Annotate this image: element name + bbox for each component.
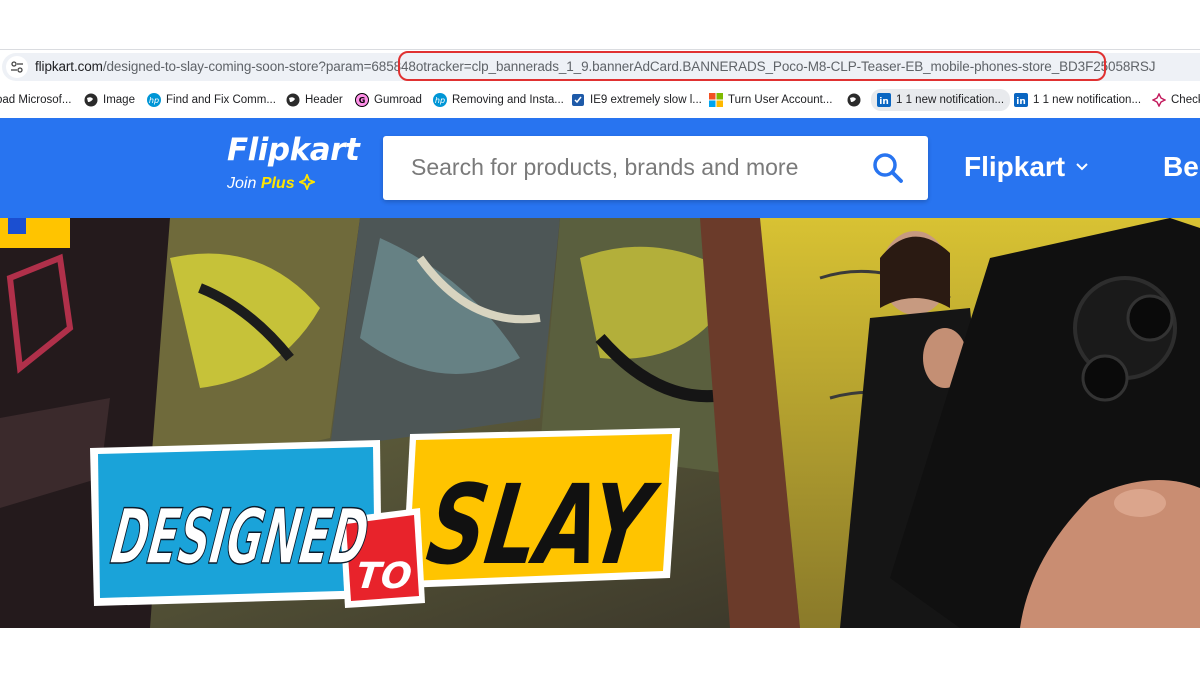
bookmark-label: Find and Fix Comm... xyxy=(166,94,276,106)
bookmark-label: oad Microsof... xyxy=(0,94,72,106)
bookmark-label: Header xyxy=(305,94,343,106)
bookmark-label: Gumroad xyxy=(374,94,422,106)
promo-banner[interactable]: DESIGNED TO SLAY xyxy=(0,218,1200,628)
bookmark-label: IE9 extremely slow l... xyxy=(590,94,702,106)
become-seller-link[interactable]: Be xyxy=(1163,151,1199,183)
chevron-down-icon xyxy=(1076,163,1088,171)
bookmark-label: 1 1 new notification... xyxy=(1033,94,1142,106)
bookmark-item[interactable]: G Gumroad xyxy=(355,89,422,111)
svg-text:hp: hp xyxy=(149,96,159,105)
flipkart-header: Flipkart Join Plus Flipkart Be xyxy=(0,118,1200,218)
search-box xyxy=(383,136,928,200)
svg-text:G: G xyxy=(359,96,366,105)
logo-wordmark: Flipkart xyxy=(227,132,360,168)
bookmarks-bar: oad Microsof... Image hp Find and Fix Co… xyxy=(0,84,1200,116)
plus-star-icon xyxy=(297,172,317,192)
gumroad-icon: G xyxy=(355,93,369,107)
banner-line1: DESIGNED xyxy=(106,493,373,582)
svg-text:in: in xyxy=(879,97,889,107)
address-bar-row: flipkart.com/designed-to-slay-coming-soo… xyxy=(0,49,1200,83)
flipkart-logo[interactable]: Flipkart Join Plus xyxy=(227,132,360,192)
account-label: Flipkart xyxy=(964,151,1066,182)
bookmark-label: Check xyxy=(1171,94,1200,106)
search-icon xyxy=(873,153,903,183)
app-icon xyxy=(572,94,584,106)
bookmark-label: Removing and Insta... xyxy=(452,94,564,106)
search-button[interactable] xyxy=(870,150,906,186)
url-host: flipkart.com xyxy=(35,59,103,74)
url-highlight-circle xyxy=(398,51,1106,81)
bookmark-item[interactable]: Header xyxy=(286,89,343,111)
designed-to-slay-logo: DESIGNED TO SLAY xyxy=(90,428,680,608)
svg-text:hp: hp xyxy=(435,96,445,105)
flower-icon xyxy=(1152,93,1166,107)
plus-text: Plus xyxy=(260,175,295,192)
bookmark-item[interactable]: IE9 extremely slow l... xyxy=(571,89,702,111)
bookmark-item[interactable]: in 1 1 new notification... xyxy=(1014,89,1141,111)
hp-icon: hp xyxy=(147,93,161,107)
bookmark-label: Image xyxy=(103,94,135,106)
bookmark-label: 1 1 new notification... xyxy=(896,94,1005,106)
join-plus-link[interactable]: Join Plus xyxy=(227,172,317,193)
join-text: Join xyxy=(227,175,257,192)
globe-icon xyxy=(847,93,861,107)
linkedin-icon: in xyxy=(1014,93,1028,107)
search-input[interactable] xyxy=(411,154,831,181)
bookmark-item[interactable]: Image xyxy=(84,89,135,111)
banner-line2: TO xyxy=(354,555,414,597)
banner-line3: SLAY xyxy=(420,461,665,589)
svg-text:in: in xyxy=(1016,97,1026,107)
site-info-icon[interactable] xyxy=(6,56,28,78)
bookmark-item[interactable] xyxy=(847,89,861,111)
bookmark-item[interactable]: Check xyxy=(1152,89,1200,111)
linkedin-icon: in xyxy=(877,93,891,107)
account-menu[interactable]: Flipkart xyxy=(964,151,1089,183)
bookmark-item[interactable]: in 1 1 new notification... xyxy=(871,89,1011,111)
windows-icon xyxy=(709,93,723,107)
bookmark-item[interactable]: hp Find and Fix Comm... xyxy=(147,89,276,111)
globe-icon xyxy=(84,93,98,107)
url-path: /designed-to-slay-coming-soon-store?para… xyxy=(102,59,416,74)
globe-icon xyxy=(286,93,300,107)
bookmark-item[interactable]: hp Removing and Insta... xyxy=(433,89,564,111)
bookmark-item[interactable]: oad Microsof... xyxy=(0,89,71,111)
bookmark-item[interactable]: Turn User Account... xyxy=(709,89,832,111)
bookmark-label: Turn User Account... xyxy=(728,94,833,106)
hp-icon: hp xyxy=(433,93,447,107)
